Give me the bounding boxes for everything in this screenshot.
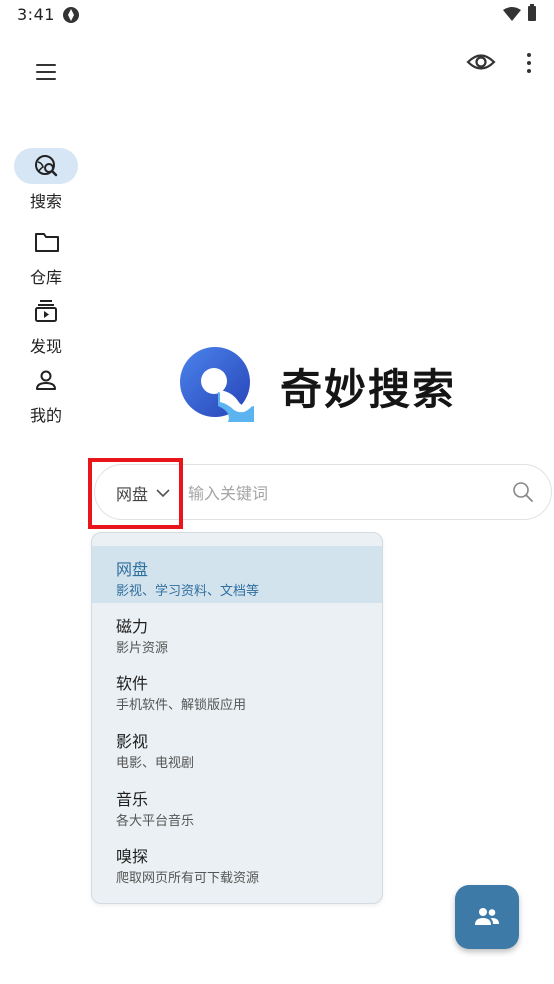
dropdown-option-desc: 影视、学习资料、文档等 <box>116 584 260 599</box>
nav-item-discover[interactable]: 发现 <box>0 293 92 356</box>
folder-icon <box>35 233 59 252</box>
dropdown-option-magnet[interactable]: 磁力 影片资源 <box>92 603 382 660</box>
nav-item-mine[interactable]: 我的 <box>0 362 92 425</box>
nav-label-mine: 我的 <box>29 406 62 425</box>
dropdown-option-desc: 影片资源 <box>116 641 169 656</box>
dropdown-option-music[interactable]: 音乐 各大平台音乐 <box>92 776 382 833</box>
app-notification-icon <box>63 7 79 23</box>
search-globe-icon <box>35 155 58 177</box>
nav-label-repository: 仓库 <box>29 268 62 287</box>
nav-item-repository[interactable]: 仓库 <box>0 224 92 287</box>
dropdown-option-sniff[interactable]: 嗅探 爬取网页所有可下载资源 <box>92 833 382 890</box>
status-time: 3:41 <box>17 5 55 24</box>
nav-discover-pill <box>14 293 78 329</box>
nav-mine-pill <box>14 362 78 398</box>
brand-name: 奇妙搜索 <box>280 365 457 414</box>
dropdown-option-title: 嗅探 <box>116 847 149 866</box>
dropdown-option-desc: 手机软件、解锁版应用 <box>116 698 247 713</box>
nav-item-search[interactable]: 搜索 <box>0 148 92 211</box>
dropdown-option-title: 影视 <box>116 732 149 751</box>
dropdown-option-desc: 电影、电视剧 <box>116 756 195 771</box>
category-select-value: 网盘 <box>116 485 149 504</box>
person-icon <box>36 370 56 390</box>
video-library-icon <box>35 300 57 322</box>
more-vert-icon[interactable] <box>518 50 540 76</box>
dropdown-option-desc: 各大平台音乐 <box>116 814 195 829</box>
eye-icon[interactable] <box>466 50 496 74</box>
app-logo <box>180 347 254 422</box>
dropdown-option-title: 软件 <box>116 674 149 693</box>
group-fab-button[interactable] <box>455 885 519 949</box>
dropdown-option-video[interactable]: 影视 电影、电视剧 <box>92 718 382 775</box>
dropdown-option-title: 网盘 <box>116 560 149 579</box>
nav-repository-pill <box>14 224 78 260</box>
battery-icon <box>528 4 536 21</box>
nav-label-discover: 发现 <box>29 337 62 356</box>
nav-search-pill <box>14 148 78 184</box>
hamburger-menu-icon[interactable] <box>33 60 59 84</box>
dropdown-option-title: 音乐 <box>116 790 149 809</box>
search-icon[interactable] <box>512 481 534 503</box>
category-dropdown-menu: 网盘 影视、学习资料、文档等 磁力 影片资源 软件 手机软件、解锁版应用 影视 … <box>91 532 383 904</box>
category-select[interactable]: 网盘 <box>116 482 170 504</box>
chevron-down-icon <box>156 488 170 497</box>
status-bar: 3:41 <box>0 0 554 30</box>
group-icon <box>475 908 499 925</box>
wifi-icon <box>503 7 521 21</box>
dropdown-option-software[interactable]: 软件 手机软件、解锁版应用 <box>92 660 382 717</box>
nav-label-search: 搜索 <box>29 192 62 211</box>
search-input[interactable] <box>188 480 488 506</box>
dropdown-option-desc: 爬取网页所有可下载资源 <box>116 871 260 886</box>
dropdown-option-netdisk[interactable]: 网盘 影视、学习资料、文档等 <box>92 546 382 603</box>
dropdown-option-title: 磁力 <box>116 617 149 636</box>
